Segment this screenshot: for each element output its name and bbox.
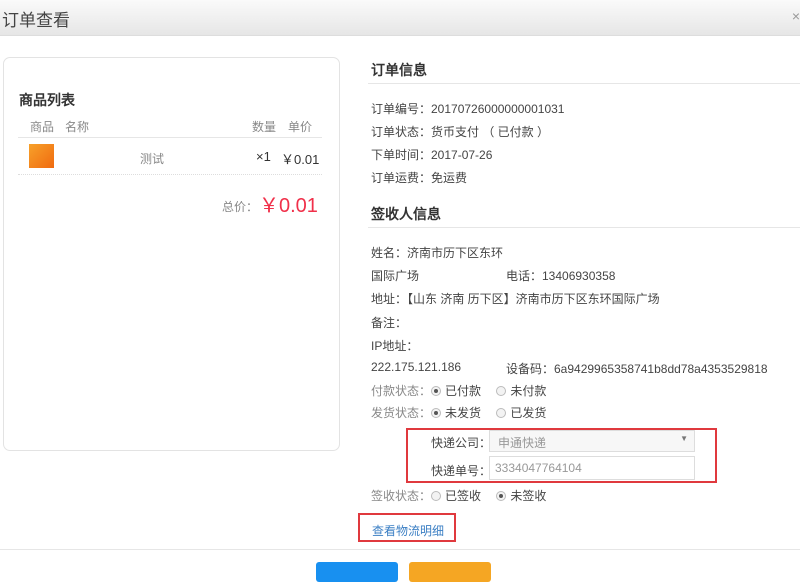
col-goods: 商品: [30, 120, 55, 134]
shipping-status-label: 发货状态：: [371, 406, 432, 420]
divider: [368, 227, 800, 228]
radio-paid-label[interactable]: 已付款: [445, 384, 481, 398]
radio-signed-label[interactable]: 已签收: [445, 489, 481, 503]
divider: [18, 137, 322, 138]
col-qty: 数量: [252, 120, 277, 134]
order-status: 订单状态：货币支付 （ 已付款 ）: [371, 125, 550, 139]
express-company-value: 申通快递: [498, 436, 547, 450]
ip-address: 222.175.121.186: [371, 360, 462, 374]
product-qty: ×1: [256, 149, 271, 164]
receiver-address: 地址：【山东 济南 历下区】济南市历下区东环国际广场: [371, 292, 660, 306]
radio-unsigned-label[interactable]: 未签收: [510, 489, 546, 503]
total-label: 总价：: [222, 200, 259, 214]
cancel-button[interactable]: [409, 562, 491, 582]
ip-label: IP地址：: [371, 339, 419, 353]
radio-not-shipped-label[interactable]: 未发货: [445, 406, 481, 420]
receiver-name: 姓名：济南市历下区东环: [371, 246, 504, 260]
radio-shipped-label[interactable]: 已发货: [510, 406, 546, 420]
payment-status: 付款状态： 已付款 未付款: [371, 382, 546, 399]
col-price: 单价: [288, 120, 313, 134]
radio-unpaid-label[interactable]: 未付款: [510, 384, 546, 398]
footer-divider: [0, 549, 800, 550]
order-freight: 订单运费：免运费: [371, 171, 468, 185]
confirm-button[interactable]: [316, 562, 398, 582]
radio-unsigned[interactable]: [496, 491, 507, 501]
dialog-title: 订单查看: [2, 11, 70, 30]
receiver-name-cont: 国际广场: [371, 269, 420, 283]
goods-list-title: 商品列表: [19, 92, 75, 108]
express-company-select[interactable]: 申通快递 ▼: [489, 430, 695, 452]
view-logistics-link[interactable]: 查看物流明细: [372, 522, 444, 539]
receiver-phone: 电话：13406930358: [506, 269, 616, 283]
express-number-input[interactable]: 3334047764104: [489, 456, 695, 480]
receiver-remark: 备注：: [371, 316, 408, 330]
dialog-header: [0, 0, 800, 36]
sign-status: 签收状态： 已签收 未签收: [371, 487, 546, 504]
express-company-label: 快递公司：: [431, 436, 492, 450]
shipping-status: 发货状态： 未发货 已发货: [371, 404, 546, 421]
device-code: 设备码：6a9429965358741b8dd78a4353529818: [506, 362, 768, 376]
product-price: ￥0.01: [281, 152, 320, 167]
close-icon[interactable]: ×: [792, 8, 800, 24]
col-name: 名称: [65, 120, 90, 134]
radio-shipped[interactable]: [496, 408, 507, 418]
divider: [18, 174, 322, 175]
product-name: 测试: [140, 152, 165, 166]
radio-not-shipped[interactable]: [431, 408, 442, 418]
radio-unpaid[interactable]: [496, 386, 507, 396]
receiver-info-title: 签收人信息: [371, 206, 441, 222]
divider: [368, 83, 800, 84]
chevron-down-icon: ▼: [680, 434, 688, 443]
order-info-title: 订单信息: [371, 62, 427, 78]
payment-status-label: 付款状态：: [371, 384, 432, 398]
radio-signed[interactable]: [431, 491, 442, 501]
sign-status-label: 签收状态：: [371, 489, 432, 503]
product-thumbnail: [29, 144, 54, 168]
order-number: 订单编号：20170726000000001031: [371, 102, 565, 116]
express-number-label: 快递单号：: [431, 464, 492, 478]
order-time: 下单时间：2017-07-26: [371, 148, 493, 162]
total-value: ￥0.01: [259, 195, 318, 217]
radio-paid[interactable]: [431, 386, 442, 396]
goods-list-card: [3, 57, 340, 451]
